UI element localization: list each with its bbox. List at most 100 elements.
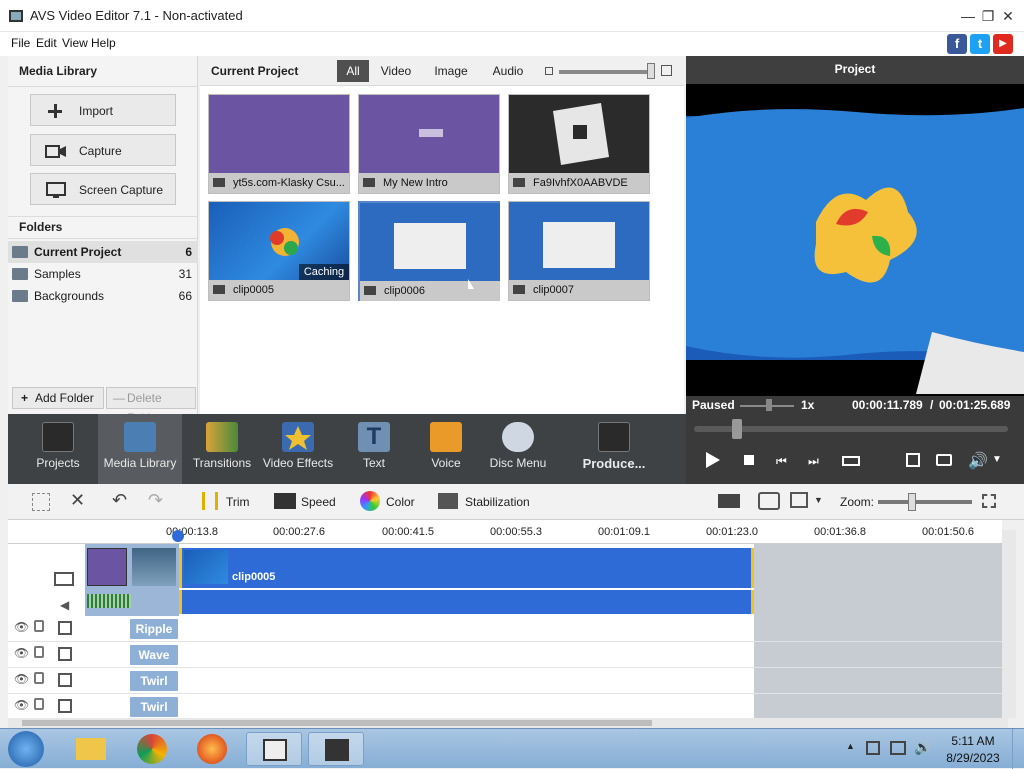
avs-taskbar-icon[interactable] xyxy=(308,732,364,766)
zoom-slider-handle[interactable] xyxy=(908,493,916,511)
tool-disc-menu[interactable]: Disc Menu xyxy=(480,414,556,484)
fullscreen-icon[interactable] xyxy=(906,453,920,467)
snapshot-icon[interactable] xyxy=(936,454,952,466)
screen-capture-button[interactable]: Screen Capture xyxy=(30,173,176,205)
previous-frame-icon[interactable]: ⏮ xyxy=(776,454,787,469)
tool-transitions[interactable]: Transitions xyxy=(184,414,260,484)
storyboard-icon[interactable] xyxy=(790,492,808,508)
restore-button[interactable]: ❐ xyxy=(978,6,998,26)
main-audio-clip[interactable] xyxy=(179,590,754,614)
timeline-clip-thumb[interactable] xyxy=(87,548,127,586)
effect-clip-ripple[interactable]: Ripple xyxy=(130,619,178,639)
menu-view[interactable]: View xyxy=(62,36,88,50)
chrome-taskbar-icon[interactable] xyxy=(124,732,180,766)
close-button[interactable]: ✕ xyxy=(998,6,1018,26)
eye-icon[interactable]: 👁 xyxy=(14,646,29,660)
effect-clip-twirl[interactable]: Twirl xyxy=(130,697,178,717)
chevron-down-icon[interactable]: ▼ xyxy=(814,495,823,505)
folder-backgrounds[interactable]: Backgrounds 66 xyxy=(8,285,198,307)
filter-tab-image[interactable]: Image xyxy=(430,60,472,82)
app-taskbar-icon[interactable] xyxy=(246,732,302,766)
select-icon[interactable] xyxy=(32,493,50,511)
add-folder-button[interactable]: + Add Folder xyxy=(12,387,104,409)
trim-button[interactable]: Trim xyxy=(226,495,250,509)
facebook-icon[interactable]: f xyxy=(947,34,967,54)
video-preview[interactable] xyxy=(686,84,1024,396)
filter-tab-video[interactable]: Video xyxy=(376,60,416,82)
timeline-clip-thumb[interactable] xyxy=(132,548,176,586)
split-icon[interactable] xyxy=(842,456,860,466)
clip-thumbnail[interactable]: Fa9IvhfX0AABVDE xyxy=(508,94,650,194)
clip-thumbnail[interactable]: Caching clip0005 xyxy=(208,201,350,301)
filter-tab-all[interactable]: All xyxy=(337,60,369,82)
explorer-taskbar-icon[interactable] xyxy=(64,732,120,766)
eye-icon[interactable]: 👁 xyxy=(14,620,29,634)
thumb-size-small-icon[interactable] xyxy=(545,67,553,75)
redo-icon[interactable]: ↷ xyxy=(148,490,163,511)
tool-text[interactable]: T Text xyxy=(336,414,412,484)
import-button[interactable]: Import xyxy=(30,94,176,126)
effect-clip-twirl[interactable]: Twirl xyxy=(130,671,178,691)
zoom-slider[interactable] xyxy=(878,500,972,504)
minimize-button[interactable]: — xyxy=(958,6,978,26)
tool-voice[interactable]: Voice xyxy=(408,414,484,484)
folder-current-project[interactable]: Current Project 6 xyxy=(8,241,198,263)
start-button[interactable] xyxy=(8,731,44,767)
youtube-icon[interactable]: ▶ xyxy=(993,34,1013,54)
audio-mixer-icon[interactable] xyxy=(758,492,780,510)
clip-thumbnail[interactable]: My New Intro xyxy=(358,94,500,194)
filter-tab-audio[interactable]: Audio xyxy=(488,60,528,82)
slider-handle[interactable] xyxy=(647,63,655,79)
clip-thumbnail[interactable]: yt5s.com-Klasky Csu... xyxy=(208,94,350,194)
playhead-marker[interactable] xyxy=(172,530,184,542)
clock-date[interactable]: 8/29/2023 xyxy=(944,751,1002,765)
next-frame-icon[interactable]: ⏭ xyxy=(808,454,819,469)
volume-tray-icon[interactable]: 🔊 xyxy=(914,739,931,756)
tool-video-effects[interactable]: Video Effects xyxy=(260,414,336,484)
speed-label[interactable]: 1x xyxy=(801,398,814,412)
tool-media-library[interactable]: Media Library xyxy=(98,414,182,484)
chevron-down-icon[interactable]: ▼ xyxy=(992,454,1002,465)
eye-icon[interactable]: 👁 xyxy=(14,698,29,712)
play-icon[interactable] xyxy=(706,452,720,468)
menu-help[interactable]: Help xyxy=(91,36,116,50)
menu-edit[interactable]: Edit xyxy=(36,36,57,50)
speed-button[interactable]: Speed xyxy=(301,495,336,509)
thumbnail-size-slider[interactable] xyxy=(559,70,649,74)
lock-icon[interactable] xyxy=(34,698,44,710)
tool-projects[interactable]: Projects xyxy=(20,414,96,484)
volume-handle[interactable] xyxy=(766,399,772,411)
firefox-taskbar-icon[interactable] xyxy=(184,732,240,766)
timeline-horizontal-scrollbar[interactable] xyxy=(8,718,1008,728)
tool-produce[interactable]: Produce... xyxy=(572,414,656,484)
clip-thumbnail[interactable]: clip0007 xyxy=(508,201,650,301)
lock-icon[interactable] xyxy=(34,646,44,658)
chevron-up-icon[interactable]: ▲ xyxy=(846,741,855,751)
timeline-ruler[interactable]: 00:00:13.8 00:00:27.6 00:00:41.5 00:00:5… xyxy=(8,520,1002,544)
twitter-icon[interactable]: t xyxy=(970,34,990,54)
stop-icon[interactable] xyxy=(744,455,754,465)
snap-icon[interactable] xyxy=(718,494,740,508)
seek-handle[interactable] xyxy=(732,419,742,439)
stabilization-button[interactable]: Stabilization xyxy=(465,495,530,509)
effect-clip-wave[interactable]: Wave xyxy=(130,645,178,665)
capture-button[interactable]: Capture xyxy=(30,134,176,166)
undo-icon[interactable]: ↶ xyxy=(112,490,127,511)
menu-file[interactable]: File xyxy=(11,36,30,50)
main-video-clip[interactable]: clip0005 xyxy=(179,548,754,588)
color-button[interactable]: Color xyxy=(386,495,415,509)
network-icon[interactable] xyxy=(890,741,906,755)
show-desktop-button[interactable] xyxy=(1012,729,1024,769)
eye-icon[interactable]: 👁 xyxy=(14,672,29,686)
thumb-size-large-icon[interactable] xyxy=(661,65,672,76)
delete-icon[interactable]: ✕ xyxy=(70,490,85,511)
fit-timeline-icon[interactable] xyxy=(982,494,996,508)
audio-track-icon[interactable]: ◀ xyxy=(60,598,69,612)
action-center-icon[interactable] xyxy=(866,741,880,755)
clock-time[interactable]: 5:11 AM xyxy=(948,734,998,748)
folder-samples[interactable]: Samples 31 xyxy=(8,263,198,285)
volume-icon[interactable]: 🔊 xyxy=(968,451,988,471)
clip-thumbnail[interactable]: clip0006 xyxy=(358,201,500,301)
delete-folder-button[interactable]: — Delete Folder xyxy=(106,387,196,425)
lock-icon[interactable] xyxy=(34,620,44,632)
